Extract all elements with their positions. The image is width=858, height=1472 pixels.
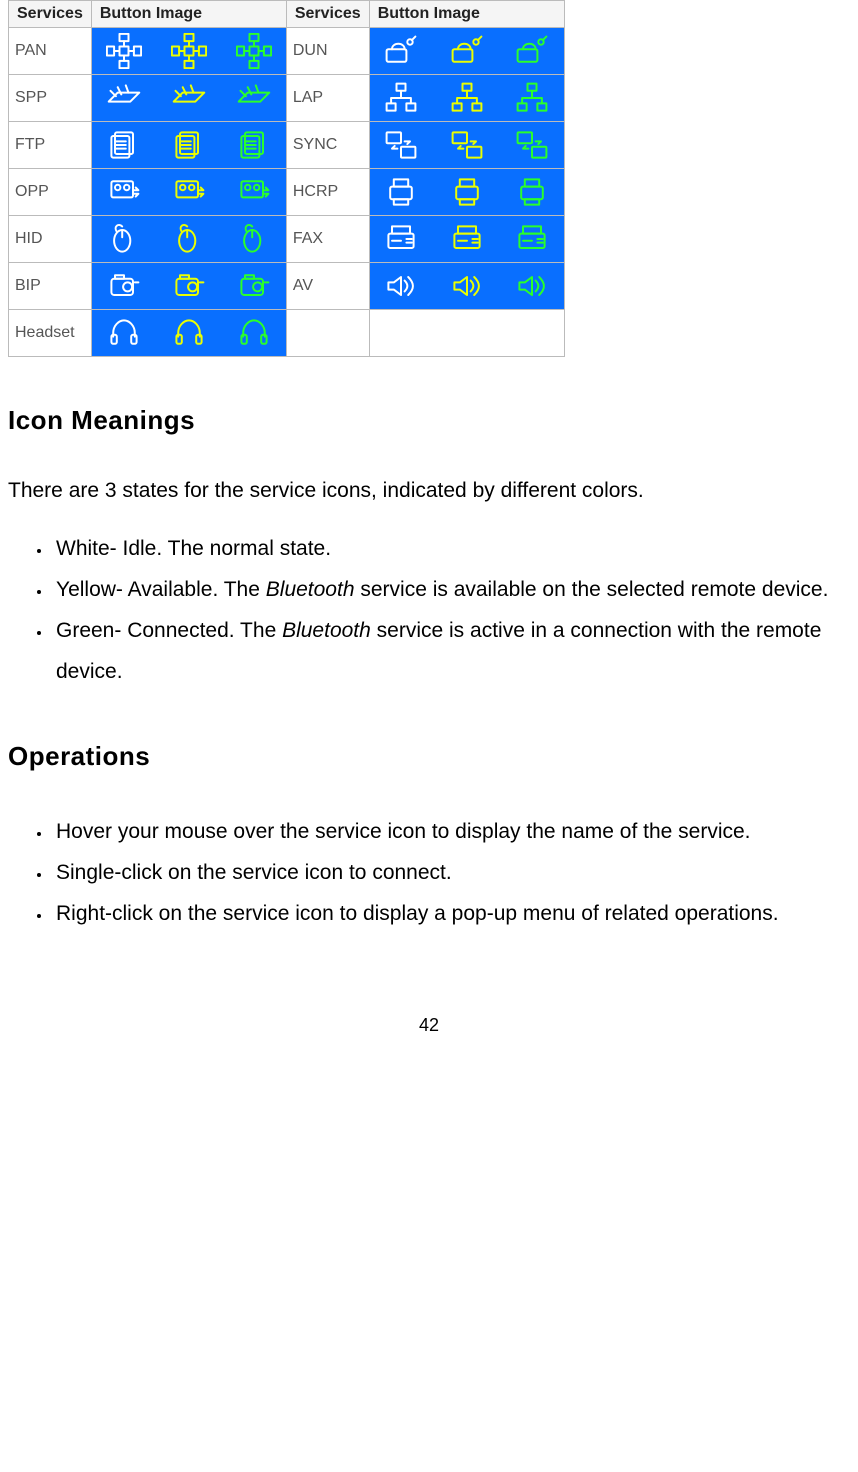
headset-icon <box>235 314 273 352</box>
opp-icon <box>235 173 273 211</box>
list-item: Yellow- Available. The Bluetooth service… <box>52 570 850 611</box>
header-services-1: Services <box>9 1 92 28</box>
list-item: Hover your mouse over the service icon t… <box>52 812 850 853</box>
spp-icon <box>235 79 273 117</box>
service-name-empty <box>286 310 369 357</box>
spp-icon <box>105 79 143 117</box>
av-icon <box>448 267 486 305</box>
header-image-2: Button Image <box>369 1 564 28</box>
hcrp-icon <box>513 173 551 211</box>
icon-meanings-intro: There are 3 states for the service icons… <box>8 476 850 505</box>
hcrp-icon <box>382 173 420 211</box>
dun-icon <box>448 32 486 70</box>
hid-icon <box>105 220 143 258</box>
bluetooth-em: Bluetooth <box>266 578 355 601</box>
table-row: FTP SYNC <box>9 122 565 169</box>
services-icon-table: Services Button Image Services Button Im… <box>8 0 565 357</box>
hid-icon <box>235 220 273 258</box>
service-image-cell <box>369 75 564 122</box>
service-image-cell <box>91 75 286 122</box>
service-image-cell <box>369 169 564 216</box>
pan-icon <box>170 32 208 70</box>
service-name: FTP <box>9 122 92 169</box>
service-image-cell <box>91 28 286 75</box>
ftp-icon <box>235 126 273 164</box>
fax-icon <box>382 220 420 258</box>
service-image-cell <box>91 169 286 216</box>
icon-meanings-heading: Icon Meanings <box>8 405 858 436</box>
service-image-empty <box>369 310 564 357</box>
bip-icon <box>105 267 143 305</box>
list-item: Green- Connected. The Bluetooth service … <box>52 611 850 693</box>
table-row: BIP AV <box>9 263 565 310</box>
bluetooth-em: Bluetooth <box>282 619 371 642</box>
dun-icon <box>513 32 551 70</box>
service-name: Headset <box>9 310 92 357</box>
table-row: PAN DUN <box>9 28 565 75</box>
lap-icon <box>382 79 420 117</box>
pan-icon <box>105 32 143 70</box>
spp-icon <box>170 79 208 117</box>
headset-icon <box>170 314 208 352</box>
bip-icon <box>170 267 208 305</box>
ftp-icon <box>170 126 208 164</box>
service-name: SPP <box>9 75 92 122</box>
table-row: SPP LAP <box>9 75 565 122</box>
list-item: Right-click on the service icon to displ… <box>52 894 850 935</box>
opp-icon <box>170 173 208 211</box>
operations-heading: Operations <box>8 741 858 772</box>
dun-icon <box>382 32 420 70</box>
service-image-cell <box>91 263 286 310</box>
lap-icon <box>448 79 486 117</box>
table-row: HID FAX <box>9 216 565 263</box>
service-name: AV <box>286 263 369 310</box>
service-name: HCRP <box>286 169 369 216</box>
hcrp-icon <box>448 173 486 211</box>
icon-meanings-list: White- Idle. The normal state. Yellow- A… <box>8 529 850 693</box>
sync-icon <box>448 126 486 164</box>
sync-icon <box>382 126 420 164</box>
service-name: BIP <box>9 263 92 310</box>
list-item-text: Green- Connected. The <box>56 619 282 642</box>
service-image-cell <box>369 216 564 263</box>
opp-icon <box>105 173 143 211</box>
list-item-text: Yellow- Available. The <box>56 578 266 601</box>
av-icon <box>382 267 420 305</box>
header-image-1: Button Image <box>91 1 286 28</box>
service-image-cell <box>369 122 564 169</box>
table-row: OPP HCRP <box>9 169 565 216</box>
sync-icon <box>513 126 551 164</box>
fax-icon <box>513 220 551 258</box>
pan-icon <box>235 32 273 70</box>
list-item-text: White- Idle. The normal state. <box>56 537 331 560</box>
service-name: SYNC <box>286 122 369 169</box>
service-name: HID <box>9 216 92 263</box>
operations-list: Hover your mouse over the service icon t… <box>8 812 850 935</box>
av-icon <box>513 267 551 305</box>
service-image-cell <box>369 263 564 310</box>
hid-icon <box>170 220 208 258</box>
service-name: OPP <box>9 169 92 216</box>
list-item: White- Idle. The normal state. <box>52 529 850 570</box>
service-name: DUN <box>286 28 369 75</box>
list-item-text: service is available on the selected rem… <box>355 578 829 601</box>
header-services-2: Services <box>286 1 369 28</box>
bip-icon <box>235 267 273 305</box>
service-name: FAX <box>286 216 369 263</box>
headset-icon <box>105 314 143 352</box>
service-image-cell <box>369 28 564 75</box>
service-name: LAP <box>286 75 369 122</box>
service-image-cell <box>91 216 286 263</box>
service-image-cell <box>91 310 286 357</box>
ftp-icon <box>105 126 143 164</box>
fax-icon <box>448 220 486 258</box>
page-number: 42 <box>0 1015 858 1056</box>
service-name: PAN <box>9 28 92 75</box>
table-row: Headset <box>9 310 565 357</box>
lap-icon <box>513 79 551 117</box>
service-image-cell <box>91 122 286 169</box>
list-item: Single-click on the service icon to conn… <box>52 853 850 894</box>
